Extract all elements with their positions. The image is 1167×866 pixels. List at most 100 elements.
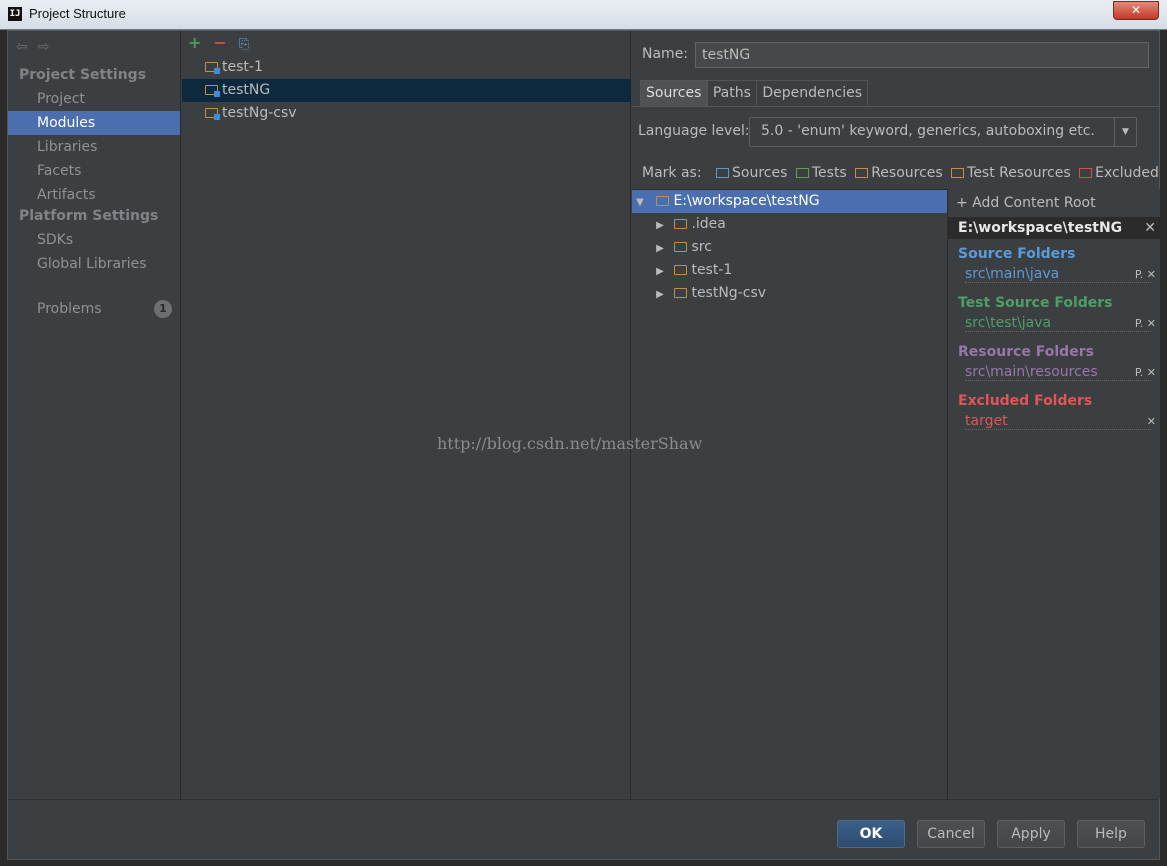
dialog-footer: OK Cancel Apply Help [8, 799, 1159, 859]
detail-tabs: Sources Paths Dependencies [640, 80, 868, 106]
module-item-testng[interactable]: testNG [182, 79, 631, 102]
watermark-text: http://blog.csdn.net/masterShaw [437, 434, 703, 453]
module-folder-icon [205, 108, 220, 120]
resource-folder-actions[interactable]: P. ✕ [1135, 366, 1156, 379]
modules-panel: + − ⎘ test-1 testNG testNg-csv [182, 31, 631, 799]
test-source-folder-actions[interactable]: P. ✕ [1135, 317, 1156, 330]
source-folder-actions[interactable]: P. ✕ [1135, 268, 1156, 281]
tree-row-idea[interactable]: ▶ .idea [632, 213, 947, 236]
folder-icon [674, 265, 688, 275]
sidebar-item-global-libraries[interactable]: Global Libraries [8, 252, 180, 276]
tree-item-label: test-1 [691, 262, 733, 278]
expanded-arrow-icon[interactable]: ▼ [634, 191, 646, 214]
module-folder-icon [205, 62, 220, 74]
tests-folder-icon [795, 168, 809, 178]
tree-row-test-1[interactable]: ▶ test-1 [632, 259, 947, 282]
tree-item-label: .idea [691, 216, 726, 232]
apply-button[interactable]: Apply [997, 820, 1065, 848]
settings-sidebar: ⇦⇨ Project Settings Project Modules Libr… [8, 31, 181, 799]
test-resources-folder-icon [951, 168, 965, 178]
sidebar-item-project[interactable]: Project [8, 87, 180, 111]
close-window-button[interactable]: ✕ [1113, 1, 1159, 20]
language-level-value: 5.0 - 'enum' keyword, generics, autoboxi… [761, 123, 1095, 139]
tab-paths[interactable]: Paths [706, 80, 757, 106]
tab-sources[interactable]: Sources [640, 80, 708, 106]
excluded-folder-remove-icon[interactable]: ✕ [1147, 415, 1156, 428]
mark-test-resources-button[interactable]: Test Resources [951, 165, 1071, 181]
ok-button[interactable]: OK [837, 820, 905, 848]
resource-folder-path: src\main\resources [965, 364, 1151, 381]
remove-root-icon[interactable]: ✕ [1144, 217, 1156, 239]
module-detail-pane: Name: Sources Paths Dependencies Languag… [632, 31, 1160, 799]
content-root-tree: ▼ E:\workspace\testNG ▶ .idea ▶ src ▶ te… [632, 189, 948, 799]
forward-arrow-icon[interactable]: ⇨ [38, 39, 60, 55]
copy-module-icon[interactable]: ⎘ [239, 37, 249, 52]
sidebar-item-artifacts[interactable]: Artifacts [8, 183, 180, 207]
source-folders-heading: Source Folders [958, 246, 1076, 262]
title-bar: IJ Project Structure ✕ [0, 0, 1167, 30]
sidebar-item-facets[interactable]: Facets [8, 159, 180, 183]
source-folder-path: src\main\java [965, 266, 1151, 283]
add-content-root-button[interactable]: + Add Content Root [956, 195, 1096, 211]
content-root-path: E:\workspace\testNG [958, 220, 1123, 236]
collapsed-arrow-icon[interactable]: ▶ [654, 283, 666, 306]
test-source-folders-heading: Test Source Folders [958, 295, 1113, 311]
modules-toolbar: + − ⎘ [188, 33, 261, 52]
content-root-header: E:\workspace\testNG ✕ [948, 217, 1160, 239]
test-source-folder-path: src\test\java [965, 315, 1151, 332]
module-folder-icon [205, 85, 220, 97]
mark-sources-button[interactable]: Sources [716, 165, 787, 181]
collapsed-arrow-icon[interactable]: ▶ [654, 214, 666, 237]
mark-excluded-button[interactable]: Excluded [1079, 165, 1159, 181]
name-label: Name: [642, 46, 689, 62]
chevron-down-icon[interactable]: ▼ [1114, 118, 1136, 146]
sidebar-item-modules[interactable]: Modules [8, 111, 180, 135]
window-title: Project Structure [29, 6, 126, 21]
tree-item-label: src [691, 239, 712, 255]
help-button[interactable]: Help [1077, 820, 1145, 848]
sidebar-item-libraries[interactable]: Libraries [8, 135, 180, 159]
folder-icon [674, 219, 688, 229]
language-level-select[interactable]: 5.0 - 'enum' keyword, generics, autoboxi… [749, 117, 1137, 147]
add-module-icon[interactable]: + [188, 33, 201, 52]
tree-row-root[interactable]: ▼ E:\workspace\testNG [632, 190, 947, 213]
tree-row-src[interactable]: ▶ src [632, 236, 947, 259]
folder-icon [674, 288, 688, 298]
module-name-input[interactable] [695, 42, 1149, 68]
mark-tests-button[interactable]: Tests [795, 165, 847, 181]
folder-icon [656, 196, 670, 206]
sidebar-item-problems[interactable]: Problems 1 [8, 297, 180, 321]
mark-as-toolbar: Mark as: Sources Tests Resources Test Re… [642, 165, 1159, 187]
sidebar-item-sdks[interactable]: SDKs [8, 228, 180, 252]
module-item-label: testNG [222, 82, 271, 98]
resources-folder-icon [855, 168, 869, 178]
module-item-testng-csv[interactable]: testNg-csv [182, 102, 631, 125]
content-roots-panel: + Add Content Root E:\workspace\testNG ✕… [948, 189, 1160, 799]
resource-folders-heading: Resource Folders [958, 344, 1094, 360]
mark-resources-button[interactable]: Resources [855, 165, 943, 181]
problems-count-badge: 1 [154, 300, 172, 318]
sources-folder-icon [716, 168, 730, 178]
tree-row-testng-csv[interactable]: ▶ testNg-csv [632, 282, 947, 305]
problems-label: Problems [37, 301, 102, 317]
tab-dependencies[interactable]: Dependencies [756, 80, 868, 106]
excluded-folders-heading: Excluded Folders [958, 393, 1093, 409]
collapsed-arrow-icon[interactable]: ▶ [654, 237, 666, 260]
cancel-button[interactable]: Cancel [917, 820, 985, 848]
tab-divider [632, 106, 1160, 107]
collapsed-arrow-icon[interactable]: ▶ [654, 260, 666, 283]
mark-resources-label: Resources [871, 165, 943, 181]
module-item-test-1[interactable]: test-1 [182, 56, 631, 79]
mark-test-resources-label: Test Resources [967, 165, 1071, 181]
mark-as-label: Mark as: [642, 165, 702, 181]
folder-icon [674, 242, 688, 252]
excluded-folder-icon [1079, 168, 1093, 178]
mark-excluded-label: Excluded [1095, 165, 1159, 181]
excluded-folder-path: target [965, 413, 1151, 430]
tree-item-label: testNg-csv [691, 285, 767, 301]
back-arrow-icon[interactable]: ⇦ [16, 39, 38, 55]
nav-arrows: ⇦⇨ [16, 39, 59, 55]
language-level-label: Language level: [638, 123, 750, 139]
module-item-label: test-1 [222, 59, 263, 75]
remove-module-icon[interactable]: − [213, 33, 226, 52]
